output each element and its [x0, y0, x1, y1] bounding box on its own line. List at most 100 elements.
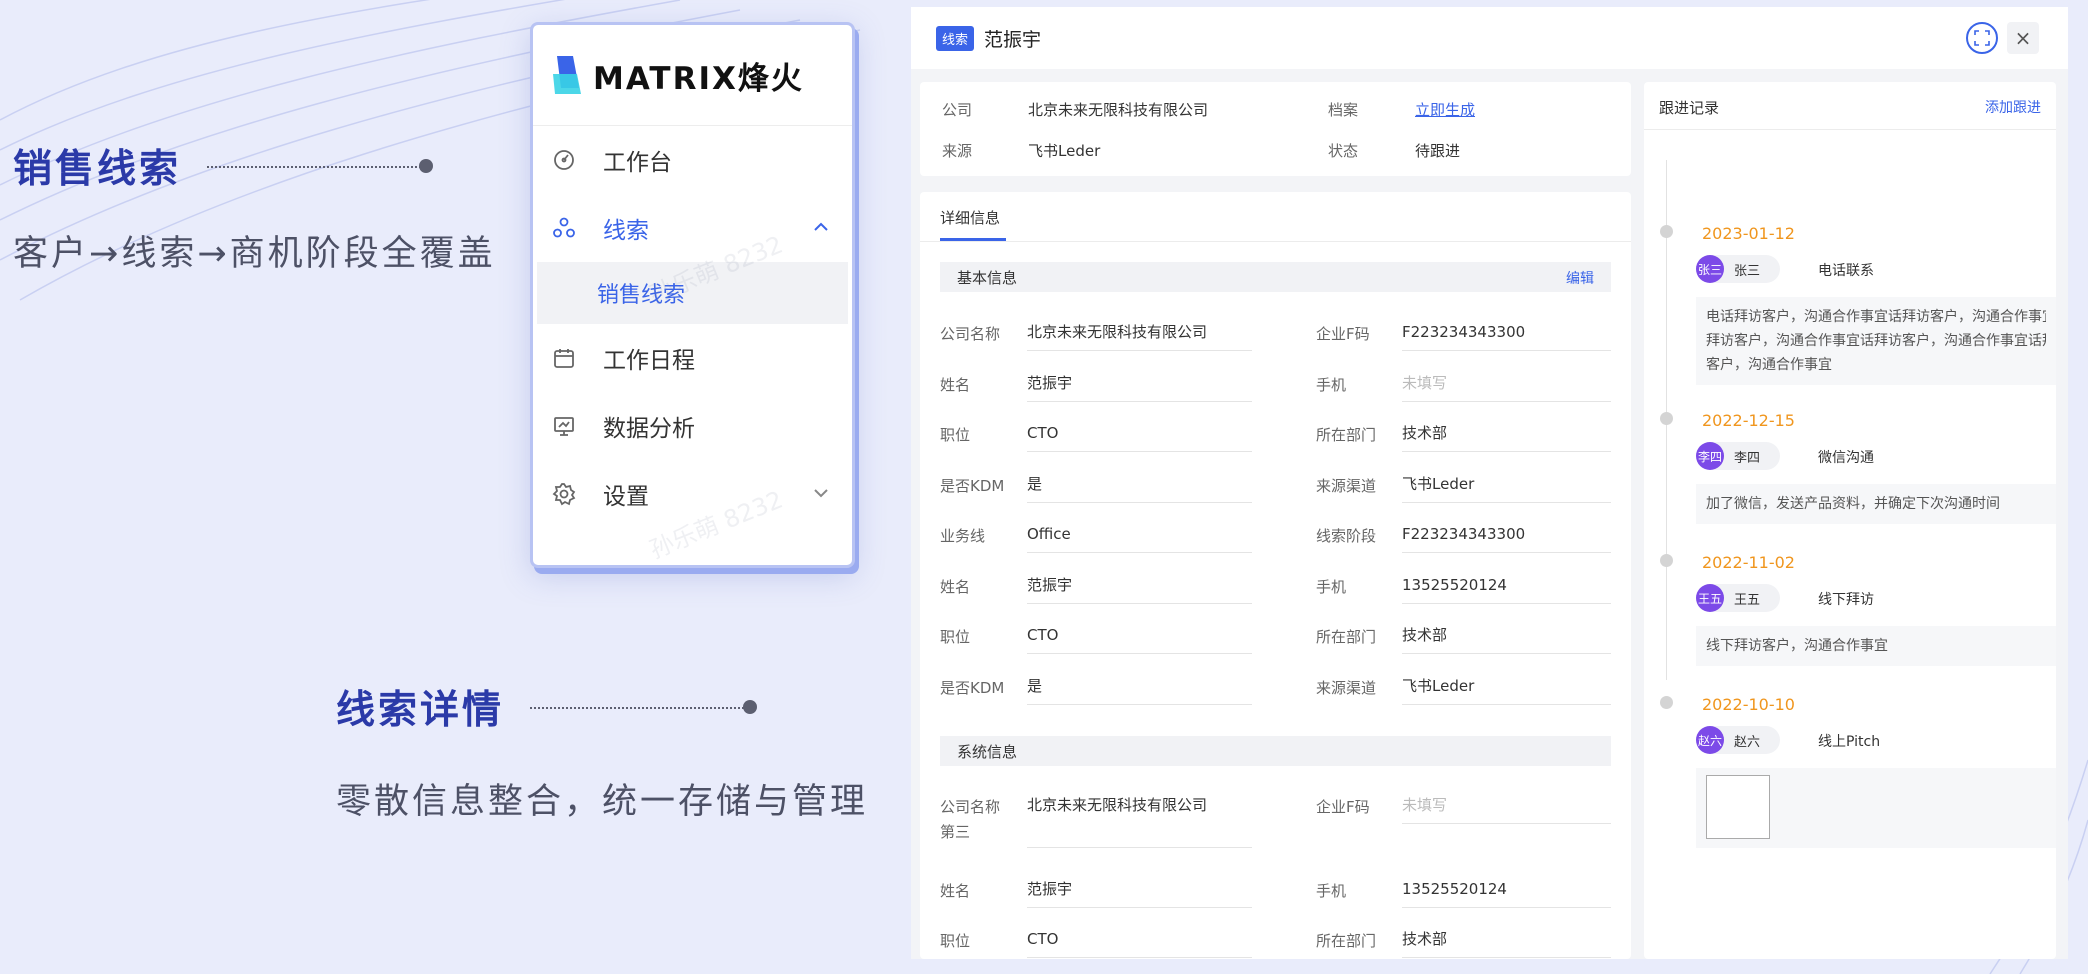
field-label: 职位 [940, 628, 971, 646]
avatar: 王五 [1696, 584, 1724, 612]
field-label: 职位 [940, 932, 971, 950]
field-value: 是 [1027, 676, 1252, 705]
user-name: 赵六 [1734, 734, 1761, 750]
generate-archive-link[interactable]: 立即生成 [1415, 99, 1475, 120]
follow-up-content: 加了微信，发送产品资料，并确定下次沟通时间 [1696, 484, 2056, 524]
add-follow-up-button[interactable]: 添加跟进 [1985, 97, 2041, 117]
tab-detail-info[interactable]: 详细信息 [940, 207, 1000, 228]
fullscreen-icon [1974, 30, 1990, 46]
lead-detail-window: 线索 范振宇 × 公司 北京未来无限科技有限公司 档案 立即生成 来源 飞书Le… [911, 7, 2068, 959]
avatar: 李四 [1696, 442, 1724, 470]
field-label: 所在部门 [1316, 628, 1377, 646]
detail-main: 公司 北京未来无限科技有限公司 档案 立即生成 来源 飞书Leder 状态 待跟… [920, 82, 1631, 959]
field-label: 所在部门 [1316, 932, 1377, 950]
follow-up-user[interactable]: 王五 王五 [1696, 584, 1780, 612]
sidebar-item-leads[interactable]: 线索 [533, 194, 852, 262]
sidebar-item-dashboard[interactable]: 工作台 [533, 126, 852, 194]
field-label: 业务线 [940, 527, 986, 545]
field-value: F223234343300 [1402, 322, 1611, 351]
promo-detail: 线索详情 [336, 679, 504, 735]
avatar: 赵六 [1696, 726, 1724, 754]
field-label: 公司名称 [940, 798, 1001, 816]
content-line: 拜访客户，沟通合作事宜话拜访客户，沟通合作事宜话拜访 [1706, 333, 2046, 349]
follow-up-panel: 跟进记录 添加跟进 2023-01-12 张三 张三 电话联系电话拜访客户，沟通合作事… [1644, 82, 2056, 959]
follow-up-content: 电话拜访客户，沟通合作事宜话拜访客户，沟通合作事宜 拜访客户，沟通合作事宜话拜访客… [1696, 297, 2056, 385]
sidebar-item-label: 数据分析 [603, 416, 695, 442]
user-name: 王五 [1734, 592, 1761, 608]
field-label: 姓名 [940, 375, 971, 394]
field-value: F223234343300 [1402, 524, 1611, 553]
follow-up-method: 微信沟通 [1818, 450, 1874, 466]
follow-up-method: 线上Pitch [1818, 734, 1881, 750]
summary-status-value: 待跟进 [1415, 142, 1461, 160]
promo-leads-connector [207, 166, 425, 168]
summary-source-label: 来源 [942, 142, 973, 160]
field-value: 北京未来无限科技有限公司 [1027, 322, 1252, 351]
chevron-down-icon[interactable] [812, 484, 830, 502]
section-basic-info: 基本信息 编辑 [940, 262, 1611, 292]
summary-status-label: 状态 [1328, 142, 1359, 160]
follow-up-date: 2022-10-10 [1702, 695, 1795, 714]
section-title: 系统信息 [957, 742, 1018, 761]
follow-up-title: 跟进记录 [1659, 99, 1720, 117]
field-label: 是否KDM [940, 476, 1005, 495]
field-value: 技术部 [1402, 625, 1611, 654]
field-label: 姓名 [940, 577, 971, 596]
chevron-up-icon[interactable] [812, 218, 830, 236]
calendar-icon [551, 345, 577, 371]
sidebar-item-schedule[interactable]: 工作日程 [533, 324, 852, 392]
field-value: 技术部 [1402, 929, 1611, 958]
field-value: CTO [1027, 929, 1252, 958]
follow-up-date: 2023-01-12 [1702, 224, 1795, 243]
field-label: 企业F码 [1316, 798, 1370, 816]
lead-tag: 线索 [936, 25, 975, 51]
follow-up-content: 线下拜访客户，沟通合作事宜 [1696, 626, 2056, 666]
field-label: 姓名 [940, 882, 971, 900]
detail-tabbar: 详细信息 [920, 192, 1631, 242]
edit-button[interactable]: 编辑 [1566, 268, 1594, 288]
section-title: 基本信息 [957, 268, 1018, 287]
content-line: 线下拜访客户，沟通合作事宜 [1706, 638, 1888, 654]
sidebar-item-analytics[interactable]: 数据分析 [533, 392, 852, 460]
user-name: 李四 [1734, 450, 1761, 466]
brand-logo-icon [553, 56, 581, 94]
field-value: 飞书Leder [1402, 474, 1611, 503]
timeline-dot [1660, 412, 1673, 425]
field-label: 职位 [940, 426, 971, 444]
field-label: 所在部门 [1316, 426, 1377, 444]
fullscreen-button[interactable] [1966, 22, 1998, 54]
field-value: 范振宇 [1027, 373, 1252, 402]
follow-up-date: 2022-11-02 [1702, 553, 1795, 572]
close-button[interactable]: × [2007, 22, 2039, 54]
field-value: 飞书Leder [1402, 676, 1611, 705]
gear-icon [551, 481, 577, 507]
section-system-info: 系统信息 [940, 736, 1611, 766]
sidebar-item-settings[interactable]: 设置 [533, 460, 852, 528]
follow-up-header: 跟进记录 添加跟进 [1644, 82, 2056, 130]
field-label: 手机 [1316, 577, 1347, 596]
field-label: 来源渠道 [1316, 476, 1377, 495]
follow-up-user[interactable]: 张三 张三 [1696, 255, 1780, 283]
field-value: 是 [1027, 474, 1252, 503]
field-label: 公司名称 [940, 325, 1001, 343]
sidebar-item-label: 工作日程 [603, 348, 695, 374]
field-label: 手机 [1316, 882, 1347, 900]
promo-detail-subtitle: 零散信息整合，统一存储与管理 [336, 782, 869, 822]
follow-up-user[interactable]: 李四 李四 [1696, 442, 1780, 470]
follow-up-method: 电话联系 [1818, 263, 1874, 279]
field-value: CTO [1027, 423, 1252, 452]
promo-leads: 销售线索 [13, 138, 181, 194]
field-label: 来源渠道 [1316, 678, 1377, 697]
detail-header: 线索 范振宇 × [911, 7, 2068, 69]
sidebar-subitem-sales-leads[interactable]: 销售线索 [537, 262, 848, 324]
timeline-dot [1660, 225, 1673, 238]
follow-up-user[interactable]: 赵六 赵六 [1696, 726, 1780, 754]
field-value: 未填写 [1402, 373, 1611, 402]
summary-source-value: 飞书Leder [1028, 142, 1101, 160]
field-label: 是否KDM [940, 678, 1005, 697]
brand-name: MATRIX烽火 [593, 60, 804, 97]
promo-leads-connector-dot [419, 159, 433, 173]
follow-up-method: 线下拜访 [1818, 592, 1874, 608]
summary-archive-label: 档案 [1328, 101, 1359, 119]
attachment-image[interactable] [1706, 775, 1770, 839]
